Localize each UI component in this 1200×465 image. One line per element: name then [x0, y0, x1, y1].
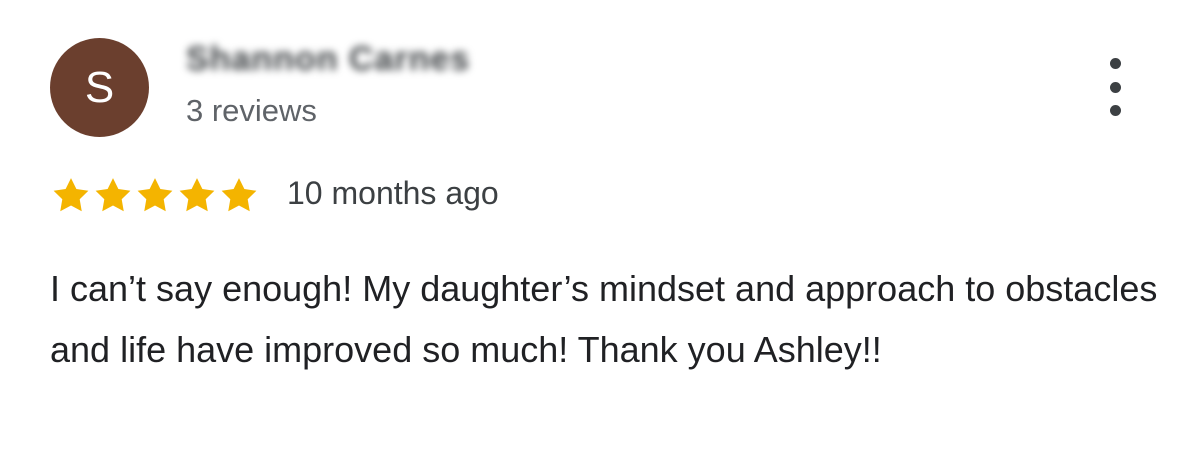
- review-card: S Shannon Carnes 3 reviews 10 months ago…: [0, 0, 1200, 465]
- avatar-letter: S: [84, 62, 115, 112]
- star-icon: [176, 175, 218, 215]
- review-count: 3 reviews: [186, 93, 317, 128]
- more-options-button[interactable]: [1090, 52, 1140, 122]
- avatar[interactable]: S: [50, 38, 149, 137]
- star-rating: [50, 175, 260, 215]
- star-icon: [50, 175, 92, 215]
- review-date: 10 months ago: [287, 175, 499, 211]
- reviewer-name[interactable]: Shannon Carnes: [186, 40, 470, 79]
- star-icon: [134, 175, 176, 215]
- more-vert-icon: [1109, 58, 1121, 69]
- star-icon: [92, 175, 134, 215]
- more-vert-icon-dot: [1109, 105, 1121, 116]
- more-vert-icon-dot: [1109, 81, 1121, 93]
- star-icon: [218, 175, 260, 215]
- review-text: I can’t say enough! My daughter’s mindse…: [50, 268, 1158, 370]
